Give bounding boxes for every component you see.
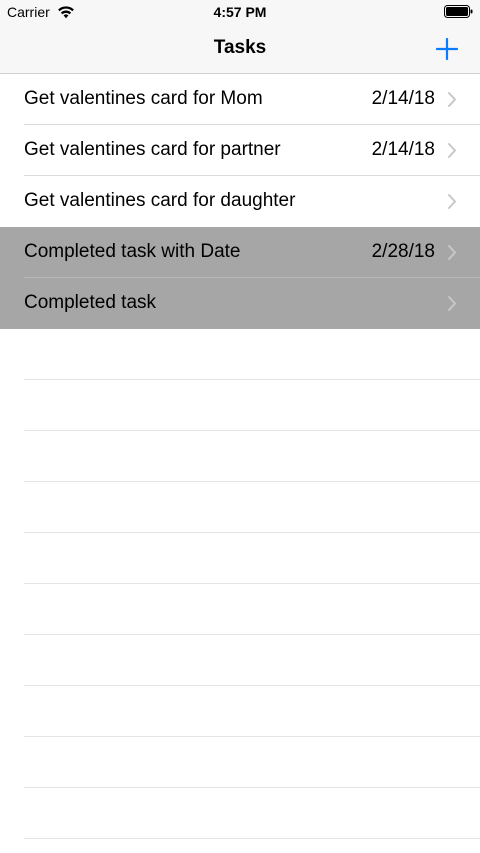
task-title: Get valentines card for Mom: [24, 88, 263, 109]
row-separator: [24, 838, 480, 839]
row-separator: [24, 685, 480, 686]
completed-task-row[interactable]: Completed task with Date 2/28/18: [0, 227, 480, 278]
completed-task-row[interactable]: Completed task: [0, 278, 480, 329]
add-task-button[interactable]: [429, 32, 465, 66]
row-separator: [24, 379, 480, 380]
status-bar: Carrier 4:57 PM: [0, 0, 480, 24]
status-time: 4:57 PM: [213, 4, 267, 20]
task-due-date: 2/14/18: [371, 88, 435, 109]
chevron-right-icon: [446, 91, 458, 108]
row-separator: [24, 583, 480, 584]
task-title: Get valentines card for daughter: [24, 190, 296, 211]
task-list: Get valentines card for Mom 2/14/18 Get …: [0, 74, 480, 329]
chevron-right-icon: [446, 295, 458, 312]
row-separator: [24, 634, 480, 635]
battery-full-icon: [444, 5, 474, 19]
row-separator: [24, 481, 480, 482]
row-separator: [24, 532, 480, 533]
task-title: Completed task with Date: [24, 241, 241, 262]
row-separator: [24, 736, 480, 737]
chevron-right-icon: [446, 193, 458, 210]
task-row[interactable]: Get valentines card for daughter: [0, 176, 480, 227]
plus-icon: [436, 38, 458, 60]
row-separator: [24, 787, 480, 788]
task-due-date: 2/14/18: [371, 139, 435, 160]
chevron-right-icon: [446, 142, 458, 159]
task-row[interactable]: Get valentines card for Mom 2/14/18: [0, 74, 480, 125]
task-row[interactable]: Get valentines card for partner 2/14/18: [0, 125, 480, 176]
task-title: Get valentines card for partner: [24, 139, 281, 160]
chevron-right-icon: [446, 244, 458, 261]
navigation-bar: Carrier 4:57 PM Tasks: [0, 0, 480, 74]
row-separator: [24, 430, 480, 431]
page-title: Tasks: [213, 37, 267, 58]
task-due-date: 2/28/18: [371, 241, 435, 262]
task-title: Completed task: [24, 292, 157, 313]
